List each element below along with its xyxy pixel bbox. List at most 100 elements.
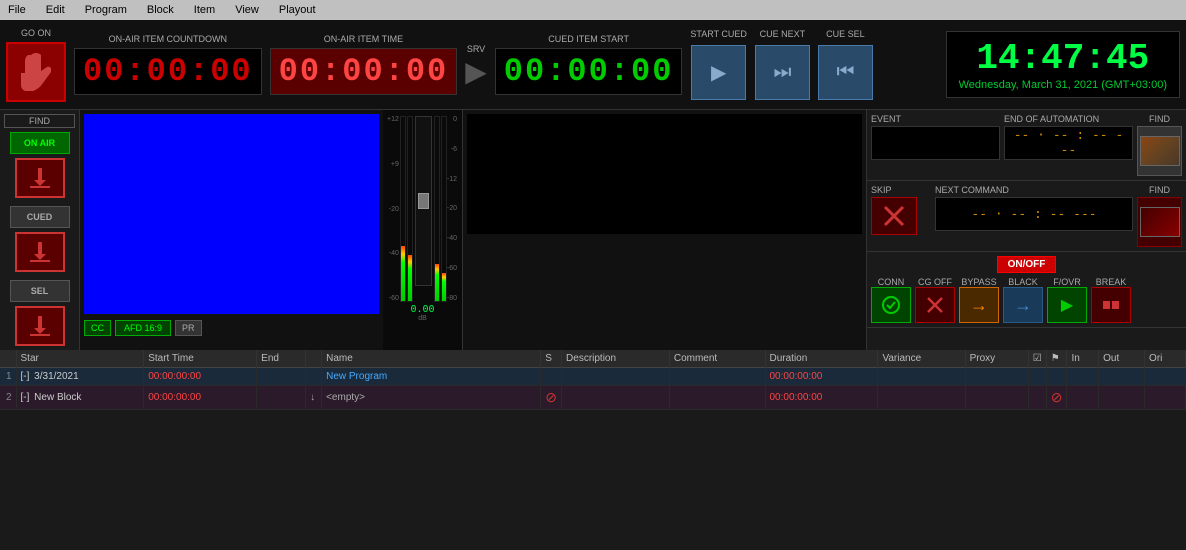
sel-status[interactable]: SEL [10,280,70,302]
right-panel: EVENT END OF AUTOMATION -- · -- : -- ---… [866,110,1186,350]
black-button[interactable]: → [1003,287,1043,323]
start-cued-label: START CUED [690,29,747,39]
col-out: Out [1099,350,1145,368]
bypass-label: BYPASS [961,277,996,287]
fader-handle[interactable] [418,193,429,209]
on-off-button[interactable]: ON/OFF [997,256,1057,273]
fovr-play-icon: ▶ [1061,295,1073,315]
skip-row: SKIP NEXT COMMAND -- · -- : -- --- FIND [867,181,1186,252]
conn-button[interactable] [871,287,911,323]
row-num-1: 1 [0,368,16,386]
audio-wrapper: +12 +9 -20 -40 -60 [385,114,460,304]
bypass-button[interactable]: → [959,287,999,323]
fovr-button[interactable]: ▶ [1047,287,1087,323]
meter-l1-fill [401,246,405,301]
skip-button[interactable] [871,197,917,235]
conn-label: CONN [878,277,905,287]
right-meter-pair [434,116,447,302]
cue-sel-section: CUE SEL ⏮ [818,29,873,100]
pr-button[interactable]: PR [175,320,202,336]
meter-r2-fill [442,273,446,301]
row2-proxy [965,386,1028,410]
row1-start-time: 00:00:00:00 [144,368,257,386]
cued-item-label: CUED ITEM START [548,34,629,44]
col-flag [306,350,322,368]
program-monitor-bottom [467,234,862,346]
row1-end [257,368,306,386]
right-db-scale: 0 -6 -12 -20 -40 -60 -80 [447,116,458,302]
col-start-time: Start Time [144,350,257,368]
preview-controls: CC AFD 16:9 PR [80,318,383,338]
cue-next-button[interactable]: ⏭ [755,45,810,100]
row2-flag: ↓ [306,386,322,410]
countdown-label: ON-AIR ITEM COUNTDOWN [109,34,228,44]
cc-button[interactable]: CC [84,320,111,336]
col-description: Description [562,350,670,368]
next-command-display: -- · -- : -- --- [935,197,1133,231]
find-thumbnail [1140,136,1180,166]
row1-cb1 [1028,368,1046,386]
go-on-label: GO ON [21,28,51,38]
fader[interactable] [415,116,432,286]
next-command-header: NEXT COMMAND [935,185,1133,195]
row2-end [257,386,306,410]
skip-section: SKIP [871,185,931,247]
row2-description [562,386,670,410]
menu-item[interactable]: Item [190,4,219,16]
srv-section: SRV ▶ [465,44,487,86]
menu-edit[interactable]: Edit [42,4,69,16]
col-cb1: ☑ [1028,350,1046,368]
fovr-label: F/OVR [1053,277,1081,287]
break-button[interactable] [1091,287,1131,323]
go-on-button[interactable] [6,42,66,102]
video-preview [84,114,379,314]
col-cb2: ⚑ [1046,350,1067,368]
row2-marker: [-] New Block [16,386,144,410]
on-air-action-button[interactable] [15,158,65,198]
onair-time-display: 00:00:00 [270,48,458,95]
menu-file[interactable]: File [4,4,30,16]
cue-sel-label: CUE SEL [826,29,865,39]
row2-variance [878,386,965,410]
black-section: BLACK → [1003,277,1043,323]
countdown-section: ON-AIR ITEM COUNTDOWN 00:00:00 [74,34,262,95]
cue-next-label: CUE NEXT [760,29,806,39]
cued-section: CUED ITEM START 00:00:00 [495,34,683,95]
db-value: 0.00 [385,304,460,315]
menu-block[interactable]: Block [143,4,178,16]
meter-r2 [441,116,447,302]
meter-r1-fill [435,264,439,301]
cued-display: 00:00:00 [495,48,683,95]
on-air-status[interactable]: ON AIR [10,132,70,154]
find-right2-section: FIND [1137,185,1182,247]
black-label: BLACK [1008,277,1038,287]
cue-sel-button[interactable]: ⏮ [818,45,873,100]
find-right-section: FIND [1137,114,1182,176]
sel-download-icon [26,312,54,340]
playlist-table: Star Start Time End Name S Description C… [0,350,1186,410]
cg-off-button[interactable] [915,287,955,323]
table-row[interactable]: 1 [-] 3/31/2021 00:00:00:00 New Program … [0,368,1186,386]
row2-ori [1145,386,1186,410]
menu-playout[interactable]: Playout [275,4,320,16]
skip-header: SKIP [871,185,931,195]
start-cued-button[interactable]: ▶ [691,45,746,100]
db-label: dB [385,315,460,322]
cued-action-button[interactable] [15,232,65,272]
menu-program[interactable]: Program [81,4,131,16]
row1-cb2 [1046,368,1067,386]
row1-comment [669,368,765,386]
cued-status[interactable]: CUED [10,206,70,228]
skip-end-icon: ⏮ [836,61,854,84]
event-section: EVENT [871,114,1000,176]
find-right-button[interactable] [1137,126,1182,176]
table-row[interactable]: 2 [-] New Block 00:00:00:00 ↓ <empty> ⊘ … [0,386,1186,410]
find-right2-button[interactable] [1137,197,1182,247]
table-header-row: Star Start Time End Name S Description C… [0,350,1186,368]
sel-action-button[interactable] [15,306,65,346]
skip-x-icon [883,205,905,227]
menu-view[interactable]: View [231,4,263,16]
srv-label: SRV [467,44,485,54]
transport-bar: GO ON ON-AIR ITEM COUNTDOWN 00:00:00 ON-… [0,20,1186,110]
break-section: BREAK [1091,277,1131,323]
